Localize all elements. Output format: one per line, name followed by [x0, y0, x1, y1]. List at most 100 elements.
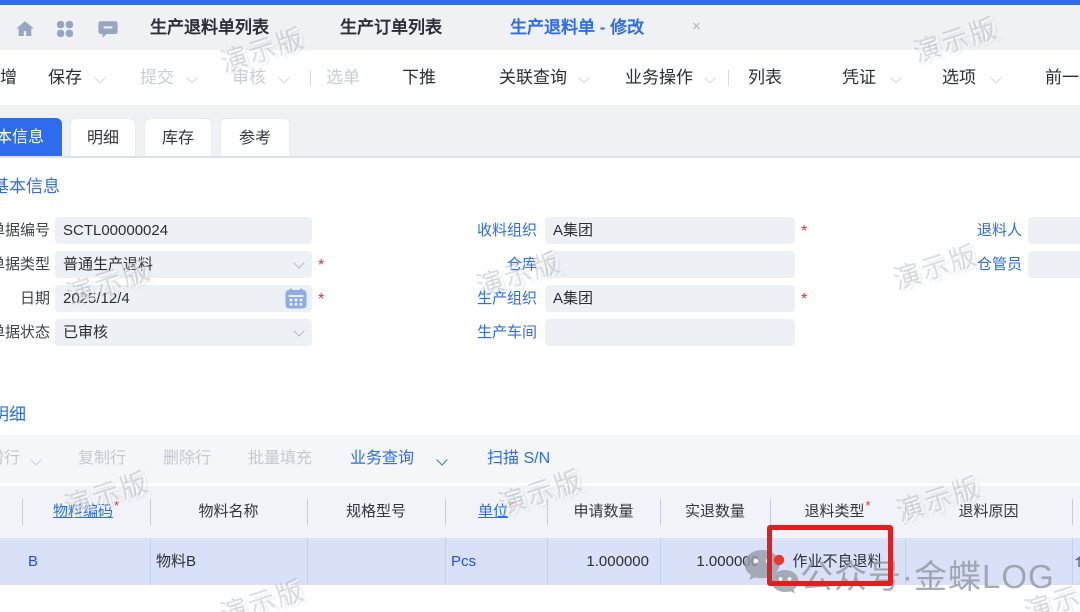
batch-fill-button[interactable]: 批量填充: [248, 435, 312, 483]
annotation-highlight-box: [767, 525, 893, 586]
warehouse-input[interactable]: [545, 251, 795, 278]
save-button[interactable]: 保存: [48, 50, 82, 105]
related-query-button[interactable]: 关联查询: [499, 50, 567, 105]
col-header-return-reason[interactable]: 退料原因: [905, 486, 1072, 538]
bill-type-label: 单据类型: [0, 251, 50, 278]
col-header-unit[interactable]: 单位*: [445, 486, 547, 538]
required-marker: *: [801, 217, 807, 244]
date-input[interactable]: 2025/12/4: [55, 285, 312, 312]
voucher-button[interactable]: 凭证: [842, 50, 876, 105]
bill-no-label: 单据编号: [0, 217, 50, 244]
close-icon[interactable]: ×: [692, 17, 701, 37]
tab-reference[interactable]: 参考: [220, 118, 290, 158]
row-selector-cell[interactable]: [0, 538, 22, 585]
chevron-down-icon[interactable]: [704, 72, 715, 83]
required-marker: *: [801, 285, 807, 312]
required-marker: *: [865, 498, 870, 513]
toolbar-divider: [728, 70, 729, 86]
chevron-down-icon[interactable]: [990, 72, 1001, 83]
date-label: 日期: [0, 285, 50, 312]
tab-basic-info[interactable]: 基本信息: [0, 118, 62, 158]
new-button[interactable]: 新增: [0, 50, 17, 105]
main-toolbar: 新增 保存 提交 审核 选单 下推 关联查询 业务操作 列表 凭证 选项 前一张: [0, 50, 1080, 105]
scan-sn-button[interactable]: 扫描 S/N: [487, 435, 550, 483]
receiving-org-label[interactable]: 收料组织: [397, 217, 537, 244]
bill-status-label: 单据状态: [0, 319, 50, 346]
production-org-label[interactable]: 生产组织: [397, 285, 537, 312]
tab-detail[interactable]: 明细: [70, 118, 136, 158]
detail-toolbar: 增行 复制行 删除行 批量填充 业务查询 扫描 S/N: [0, 435, 1080, 483]
section-title-detail: 明细: [0, 400, 26, 425]
app-window: 生产退料单列表 生产订单列表 生产退料单 - 修改 × 新增 保存 提交 审核 …: [0, 0, 1080, 612]
required-marker: *: [509, 498, 514, 513]
toolbar-divider: [310, 70, 311, 86]
production-org-value: A集团: [553, 290, 593, 307]
bill-status-value: 已审核: [63, 324, 108, 341]
production-org-input[interactable]: A集团: [545, 285, 795, 312]
table-row[interactable]: B 物料B Pcs 1.000000 1.000000 作业不良退料 仓: [0, 538, 1080, 585]
chevron-down-icon: [30, 454, 41, 465]
cell-material-name[interactable]: 物料B: [150, 538, 307, 585]
audit-button[interactable]: 审核: [232, 50, 266, 105]
copy-row-button[interactable]: 复制行: [78, 435, 126, 483]
business-query-button[interactable]: 业务查询: [350, 435, 414, 483]
returner-label[interactable]: 退料人: [942, 217, 1022, 244]
cell-next-cut[interactable]: 仓: [1072, 538, 1080, 585]
options-button[interactable]: 选项: [942, 50, 976, 105]
home-icon[interactable]: [12, 18, 38, 40]
select-bill-button[interactable]: 选单: [326, 50, 360, 105]
receiving-org-value: A集团: [553, 222, 593, 239]
returner-input[interactable]: [1028, 217, 1080, 244]
storekeeper-input[interactable]: [1028, 251, 1080, 278]
bill-type-value: 普通生产退料: [63, 256, 153, 273]
cell-spec[interactable]: [307, 538, 445, 585]
apps-grid-icon[interactable]: [52, 18, 78, 40]
required-marker: *: [114, 498, 119, 513]
message-icon[interactable]: [94, 18, 122, 40]
col-header-apply-qty[interactable]: 申请数量: [547, 486, 660, 538]
col-header-actual-qty[interactable]: 实退数量: [660, 486, 770, 538]
cell-material-code[interactable]: B: [22, 538, 150, 585]
submit-button[interactable]: 提交: [140, 50, 174, 105]
cell-return-reason[interactable]: [905, 538, 1072, 585]
delete-row-button[interactable]: 删除行: [163, 435, 211, 483]
section-title-basic-info: 基本信息: [0, 172, 60, 197]
bill-no-input[interactable]: SCTL00000024: [55, 217, 312, 244]
required-marker: *: [318, 285, 324, 312]
bill-type-select[interactable]: 普通生产退料: [55, 251, 312, 278]
col-header-material-name[interactable]: 物料名称: [150, 486, 307, 538]
production-workshop-label[interactable]: 生产车间: [397, 319, 537, 346]
col-header-spec[interactable]: 规格型号: [307, 486, 445, 538]
chevron-down-icon[interactable]: [578, 72, 589, 83]
row-selector-column-header: [0, 486, 22, 538]
tab-inventory[interactable]: 库存: [144, 118, 212, 158]
col-header-cut: [1072, 486, 1080, 538]
cell-apply-qty[interactable]: 1.000000: [547, 538, 660, 585]
calendar-icon[interactable]: [285, 288, 307, 309]
chevron-down-icon[interactable]: [293, 257, 304, 268]
warehouse-label[interactable]: 仓库: [397, 251, 537, 278]
receiving-org-input[interactable]: A集团: [545, 217, 795, 244]
cell-unit[interactable]: Pcs: [445, 538, 547, 585]
storekeeper-label[interactable]: 仓管员: [942, 251, 1022, 278]
production-workshop-input[interactable]: [545, 319, 795, 346]
business-operation-button[interactable]: 业务操作: [625, 50, 693, 105]
bill-status-select[interactable]: 已审核: [55, 319, 312, 346]
list-button[interactable]: 列表: [748, 50, 782, 105]
tab-production-return-list[interactable]: 生产退料单列表: [150, 5, 269, 50]
previous-bill-button[interactable]: 前一张: [1045, 50, 1080, 105]
chevron-down-icon: [278, 72, 289, 83]
date-value: 2025/12/4: [63, 290, 130, 307]
col-header-material-code[interactable]: 物料编码*: [22, 486, 150, 538]
add-row-button[interactable]: 增行: [0, 435, 20, 483]
chevron-down-icon[interactable]: [293, 325, 304, 336]
tab-production-order-list[interactable]: 生产订单列表: [340, 5, 442, 50]
chevron-down-icon[interactable]: [94, 72, 105, 83]
window-tab-bar: 生产退料单列表 生产订单列表 生产退料单 - 修改 ×: [0, 5, 1080, 50]
chevron-down-icon[interactable]: [436, 454, 447, 465]
cell-actual-qty[interactable]: 1.000000: [660, 538, 770, 585]
push-down-button[interactable]: 下推: [402, 50, 436, 105]
tab-production-return-edit[interactable]: 生产退料单 - 修改: [510, 5, 644, 50]
chevron-down-icon[interactable]: [890, 72, 901, 83]
bill-no-value: SCTL00000024: [63, 222, 168, 239]
